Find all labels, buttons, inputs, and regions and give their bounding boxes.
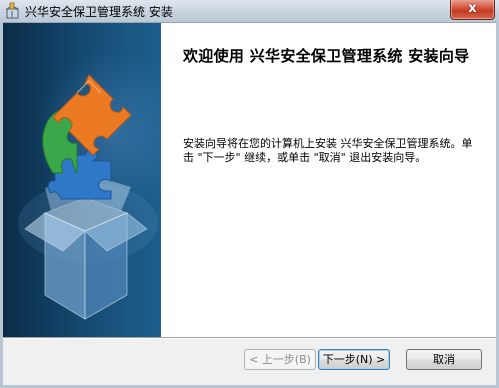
next-button[interactable]: 下一步(N) > bbox=[318, 349, 390, 370]
wizard-content: 欢迎使用 兴华安全保卫管理系统 安装向导 安装向导将在您的计算机上安装 兴华安全… bbox=[161, 23, 496, 337]
close-icon: x bbox=[468, 1, 477, 16]
wizard-banner bbox=[3, 23, 161, 337]
footer-divider-highlight bbox=[3, 338, 496, 339]
window-title: 兴华安全保卫管理系统 安装 bbox=[25, 5, 173, 19]
welcome-title: 欢迎使用 兴华安全保卫管理系统 安装向导 bbox=[183, 47, 470, 65]
welcome-description: 安装向导将在您的计算机上安装 兴华安全保卫管理系统。单击 "下一步" 继续，或单… bbox=[183, 137, 473, 164]
back-button[interactable]: < 上一步(B) bbox=[244, 349, 316, 370]
puzzle-box-graphic bbox=[18, 74, 158, 320]
close-button[interactable]: x bbox=[450, 0, 495, 20]
title-bar[interactable]: 兴华安全保卫管理系统 安装 x bbox=[0, 0, 499, 23]
cancel-button[interactable]: 取消 bbox=[406, 349, 482, 370]
installer-box-icon bbox=[4, 2, 22, 20]
